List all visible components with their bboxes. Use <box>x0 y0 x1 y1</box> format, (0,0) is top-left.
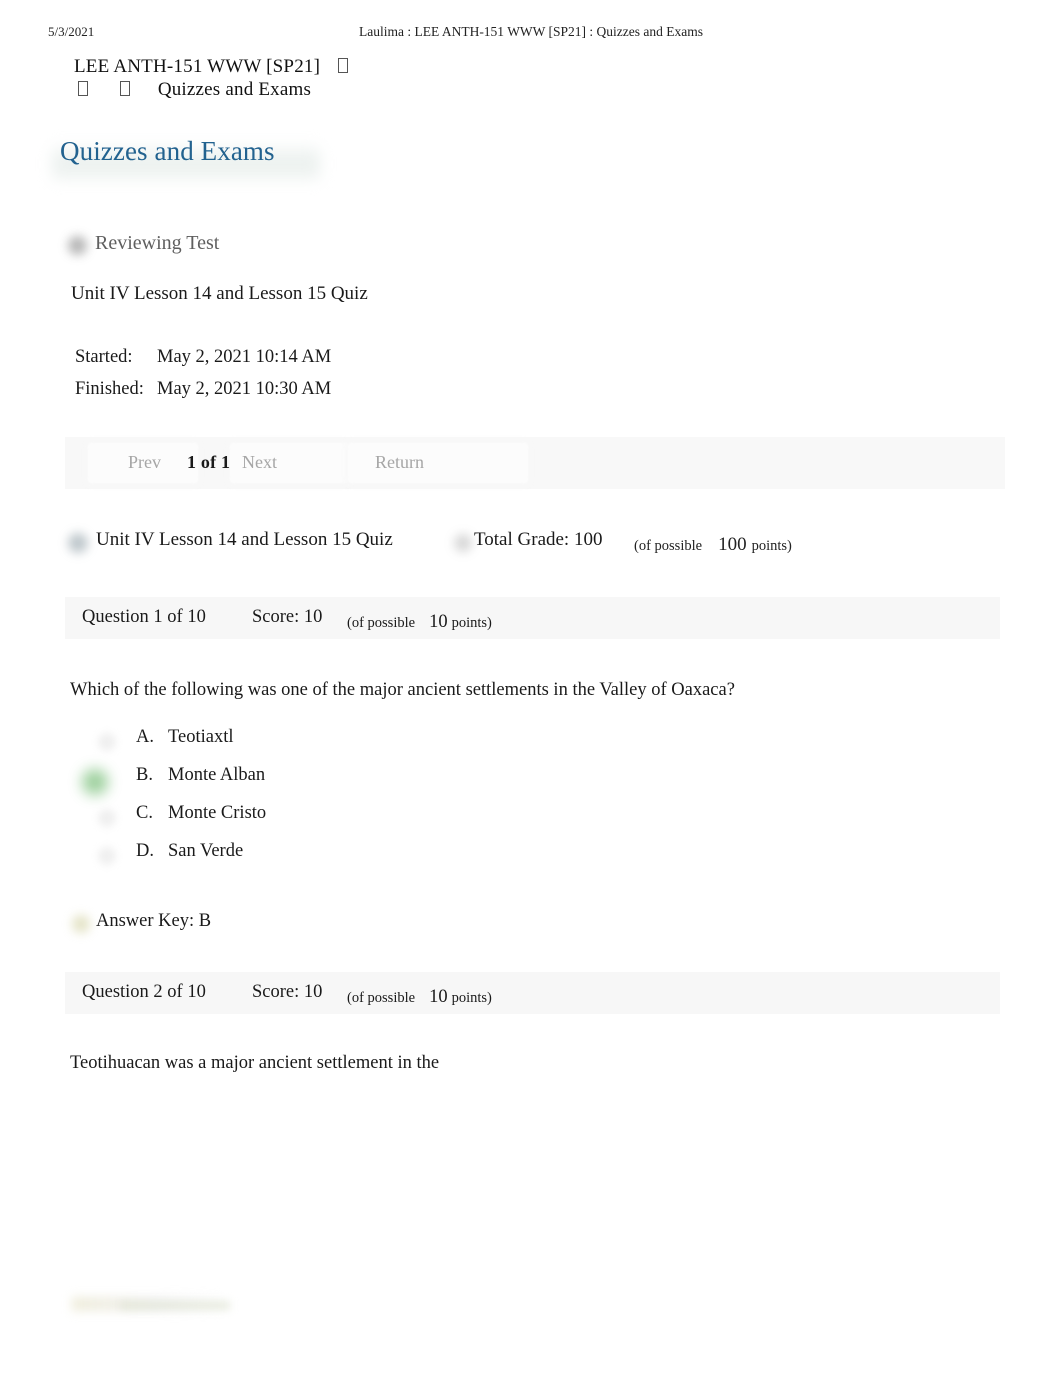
gray-radio-icon[interactable] <box>98 847 116 865</box>
page-title: Quizzes and Exams <box>60 136 275 166</box>
finished-value: May 2, 2021 10:30 AM <box>157 379 332 399</box>
grade-quiz-name: Unit IV Lesson 14 and Lesson 15 Quiz <box>96 529 393 550</box>
option-text: Teotiaxtl <box>168 727 234 747</box>
question-possible-points: (of possible 10 points) <box>347 612 492 633</box>
review-status-label: Reviewing Test <box>95 232 220 254</box>
question-header-band: Question 1 of 10 Score: 10 (of possible 1… <box>65 597 1000 639</box>
missing-glyph-icon <box>338 58 349 73</box>
blue-gray-circle-icon <box>68 533 88 553</box>
question-points-suffix: points) <box>451 990 492 1006</box>
question-points-suffix: points) <box>451 615 492 631</box>
total-points-suffix: points) <box>751 538 792 554</box>
total-grade-value: Total Grade: 100 <box>474 529 603 550</box>
option-row[interactable]: D. San Verde <box>70 841 570 879</box>
option-text: Monte Cristo <box>168 803 267 823</box>
total-possible-number: 100 <box>718 534 747 555</box>
question-text: Teotihuacan was a major ancient settleme… <box>70 1053 440 1073</box>
quiz-title: Unit IV Lesson 14 and Lesson 15 Quiz <box>71 283 368 304</box>
gray-circle-icon <box>68 236 87 255</box>
question-header-band: Question 2 of 10 Score: 10 (of possible 1… <box>65 972 1000 1014</box>
page-counter: 1 of 1 <box>187 452 231 472</box>
option-letter: A. <box>136 727 154 747</box>
question-possible-number: 10 <box>429 612 448 632</box>
question-score: Score: 10 <box>252 607 323 627</box>
footer-artifact-secondary <box>120 1301 230 1310</box>
option-text: Monte Alban <box>168 765 266 785</box>
option-row[interactable]: A. Teotiaxtl <box>70 727 570 765</box>
total-of-possible-label: (of possible <box>634 538 703 554</box>
total-possible-points: (of possible 100 points) <box>634 534 792 556</box>
question-number: Question 2 of 10 <box>82 982 206 1002</box>
option-letter: C. <box>136 803 153 823</box>
answer-options-list: A. Teotiaxtl B. Monte Alban C. Monte Cri… <box>70 727 570 879</box>
option-row[interactable]: C. Monte Cristo <box>70 803 570 841</box>
breadcrumb-course[interactable]: LEE ANTH-151 WWW [SP21] <box>74 56 320 77</box>
question-text: Which of the following was one of the ma… <box>70 680 735 700</box>
question-possible-number: 10 <box>429 987 448 1007</box>
assessment-timestamps: Started: May 2, 2021 10:14 AM Finished: Ma… <box>75 341 331 405</box>
option-letter: D. <box>136 841 154 861</box>
started-row: Started: May 2, 2021 10:14 AM <box>75 341 331 373</box>
finished-row: Finished: May 2, 2021 10:30 AM <box>75 373 331 405</box>
option-row[interactable]: B. Monte Alban <box>70 765 570 803</box>
question-of-possible-label: (of possible <box>347 615 416 631</box>
assessment-navigation-bar: Prev 1 of 1 Next Return <box>65 437 1005 489</box>
page-title-container: Quizzes and Exams <box>46 136 346 182</box>
grade-summary-row: Unit IV Lesson 14 and Lesson 15 Quiz Tot… <box>68 527 968 561</box>
gray-radio-icon[interactable] <box>98 809 116 827</box>
missing-glyph-icon <box>78 81 88 96</box>
question-of-possible-label: (of possible <box>347 990 416 1006</box>
breadcrumb: LEE ANTH-151 WWW [SP21] Quizzes and Exam… <box>74 56 352 101</box>
green-radio-selected-icon[interactable] <box>82 769 108 795</box>
finished-label: Finished: <box>75 379 144 399</box>
print-header: 5/3/2021 Laulima : LEE ANTH-151 WWW [SP2… <box>0 24 1062 42</box>
answer-key-label: Answer Key: B <box>96 911 212 931</box>
print-page-title: Laulima : LEE ANTH-151 WWW [SP21] : Quiz… <box>358 24 704 39</box>
question-score: Score: 10 <box>252 982 323 1002</box>
next-button-label: Next <box>242 452 277 472</box>
gray-radio-icon[interactable] <box>98 733 116 751</box>
prev-button-label: Prev <box>128 452 161 472</box>
breadcrumb-tool[interactable]: Quizzes and Exams <box>158 79 311 100</box>
gray-circle-icon <box>454 534 472 552</box>
khaki-circle-icon <box>72 915 90 933</box>
option-letter: B. <box>136 765 153 785</box>
started-label: Started: <box>75 347 133 367</box>
missing-glyph-icon <box>119 81 130 96</box>
option-text: San Verde <box>168 841 244 861</box>
question-number: Question 1 of 10 <box>82 607 206 627</box>
started-value: May 2, 2021 10:14 AM <box>157 347 332 367</box>
question-possible-points: (of possible 10 points) <box>347 987 492 1008</box>
return-button-label: Return <box>375 452 424 472</box>
